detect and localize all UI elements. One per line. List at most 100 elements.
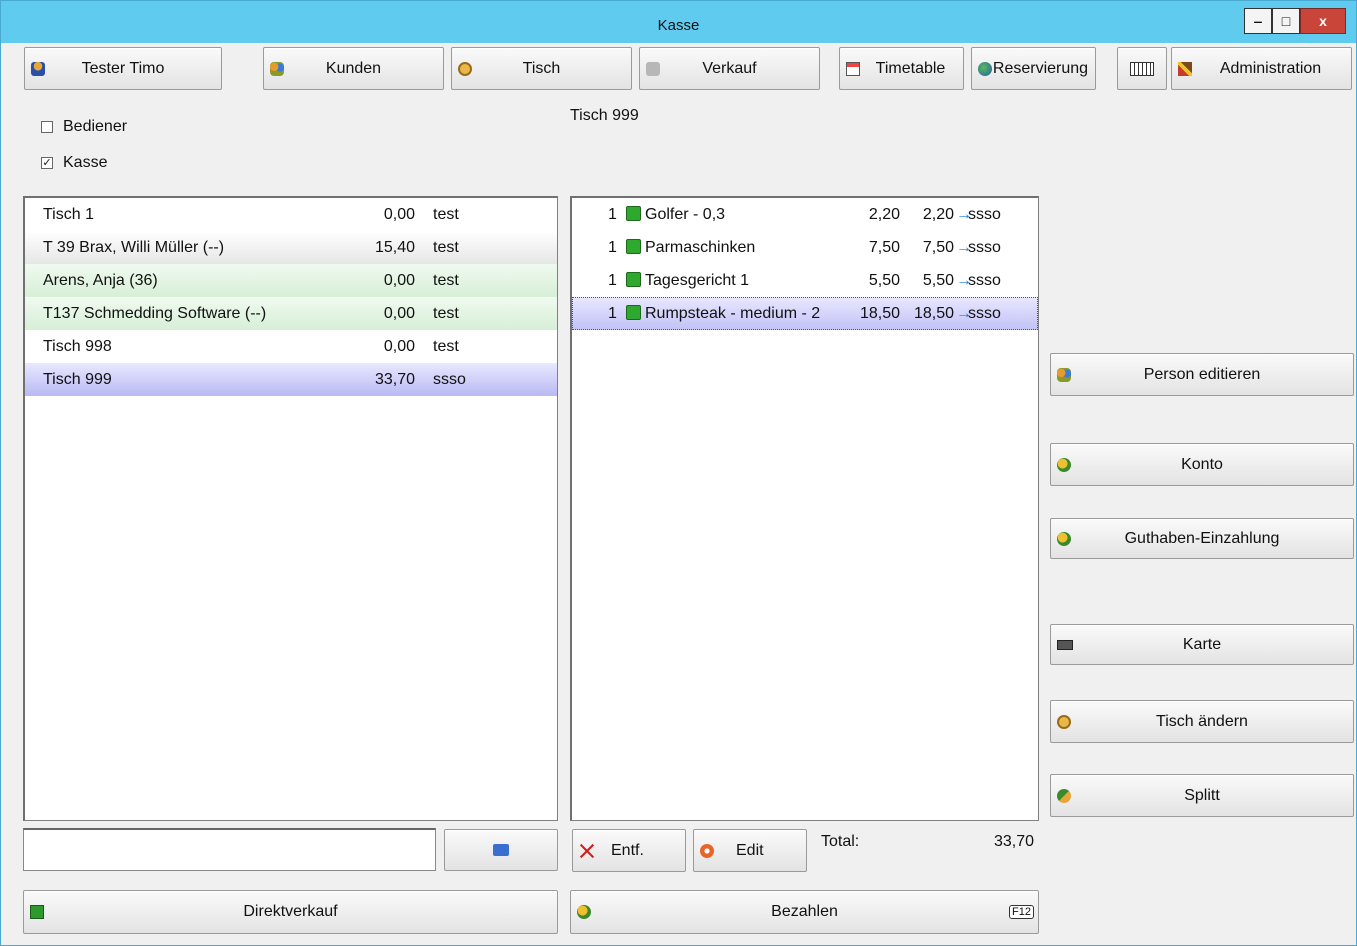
order-item-price: 7,50	[868, 239, 900, 256]
edit-button[interactable]: Edit	[693, 829, 807, 872]
table-amount: 15,40	[374, 239, 415, 256]
timetable-button-label: Timetable	[875, 59, 946, 77]
table-user: test	[433, 206, 459, 223]
table-amount: 0,00	[383, 272, 415, 289]
karte-button[interactable]: Karte	[1050, 624, 1354, 665]
order-item-total: 18,50	[913, 305, 954, 322]
tisch-aendern-button[interactable]: Tisch ändern	[1050, 700, 1354, 743]
status-square-icon	[626, 305, 641, 320]
money-icon	[577, 905, 591, 919]
edit-icon	[700, 843, 714, 858]
total-label: Total:	[821, 833, 860, 850]
calendar-icon	[846, 61, 860, 76]
order-item-user: ssso	[968, 305, 1001, 322]
order-item-name: Rumpsteak - medium - 2	[645, 305, 821, 322]
delete-button[interactable]: Entf.	[572, 829, 686, 872]
table-user: test	[433, 272, 459, 289]
order-item-name: Tagesgericht 1	[645, 272, 750, 289]
guthaben-button[interactable]: Guthaben-Einzahlung	[1050, 518, 1354, 559]
person-edit-button[interactable]: Person editieren	[1050, 353, 1354, 396]
table-amount: 0,00	[383, 338, 415, 355]
tools-icon	[1178, 61, 1192, 76]
order-item-qty: 1	[608, 305, 617, 322]
kasse-checkbox-box[interactable]: ✓	[41, 157, 53, 169]
keyboard-button[interactable]	[1117, 47, 1167, 90]
order-item-name-cell: Tagesgericht 1	[626, 264, 846, 297]
timetable-button[interactable]: Timetable	[839, 47, 964, 90]
konto-button[interactable]: Konto	[1050, 443, 1354, 486]
order-item-price: 5,50	[868, 272, 900, 289]
table-amount: 33,70	[374, 371, 415, 388]
window-title: Kasse	[657, 17, 700, 34]
table-amount: 0,00	[383, 305, 415, 322]
user-button-label: Tester Timo	[81, 59, 165, 77]
direktverkauf-label: Direktverkauf	[243, 903, 338, 920]
order-item-row[interactable]: 1 Tagesgericht 1 5,50 5,50 → ssso	[572, 264, 1038, 297]
order-item-total: 7,50	[922, 239, 954, 256]
order-item-user: ssso	[968, 206, 1001, 223]
maximize-button[interactable]: □	[1272, 8, 1300, 34]
order-item-total: 2,20	[922, 206, 954, 223]
reservierung-button-label: Reservierung	[992, 59, 1089, 77]
table-user: test	[433, 239, 459, 256]
direktverkauf-button[interactable]: Direktverkauf	[23, 890, 558, 934]
table-user: ssso	[433, 371, 466, 388]
table-row[interactable]: Tisch 999 33,70 ssso	[25, 363, 557, 396]
table-amount: 0,00	[383, 206, 415, 223]
close-button[interactable]: x	[1300, 8, 1346, 34]
table-row[interactable]: Tisch 1 0,00 test	[25, 198, 557, 231]
user-button[interactable]: Tester Timo	[24, 47, 222, 90]
order-item-row[interactable]: 1 Parmaschinken 7,50 7,50 → ssso	[572, 231, 1038, 264]
splitt-button[interactable]: Splitt	[1050, 774, 1354, 817]
table-icon	[1057, 714, 1071, 729]
table-name: Tisch 998	[43, 338, 112, 355]
minimize-button[interactable]: ‒	[1244, 8, 1272, 34]
order-item-price: 18,50	[859, 305, 900, 322]
card-icon	[1057, 639, 1073, 650]
table-row[interactable]: Arens, Anja (36) 0,00 test	[25, 264, 557, 297]
order-item-row[interactable]: 1 Golfer - 0,3 2,20 2,20 → ssso	[572, 198, 1038, 231]
table-name: T 39 Brax, Willi Müller (--)	[43, 239, 225, 256]
administration-button[interactable]: Administration	[1171, 47, 1352, 90]
order-item-qty: 1	[608, 239, 617, 256]
table-row[interactable]: T 39 Brax, Willi Müller (--) 15,40 test	[25, 231, 557, 264]
order-item-name-cell: Parmaschinken	[626, 231, 846, 264]
printer-icon	[493, 844, 509, 856]
table-row[interactable]: T137 Schmedding Software (--) 0,00 test	[25, 297, 557, 330]
bediener-checkbox[interactable]: Bediener	[41, 118, 127, 136]
bediener-checkbox-box[interactable]	[41, 121, 53, 133]
kunden-button[interactable]: Kunden	[263, 47, 444, 90]
administration-button-label: Administration	[1219, 59, 1322, 77]
kasse-checkbox[interactable]: ✓ Kasse	[41, 154, 107, 172]
verkauf-button[interactable]: Verkauf	[639, 47, 820, 90]
total-value: 33,70	[994, 833, 1035, 850]
print-button[interactable]	[444, 829, 558, 871]
title-bar: Kasse ‒ □ x	[1, 1, 1356, 43]
table-user: test	[433, 338, 459, 355]
tisch-button[interactable]: Tisch	[451, 47, 632, 90]
splitt-label: Splitt	[1184, 786, 1220, 804]
keyboard-icon	[1130, 61, 1154, 76]
konto-label: Konto	[1181, 455, 1223, 473]
karte-label: Karte	[1182, 635, 1222, 653]
table-icon	[458, 61, 472, 76]
person-icon	[31, 61, 45, 76]
search-input[interactable]	[23, 828, 436, 871]
f12-key-badge: F12	[1009, 905, 1034, 919]
order-item-row[interactable]: 1 Rumpsteak - medium - 2 18,50 18,50 → ssso	[572, 297, 1038, 330]
order-item-list[interactable]: 1 Golfer - 0,3 2,20 2,20 → ssso 1 Parmaschinken…	[570, 196, 1039, 821]
money-icon	[1057, 531, 1071, 546]
bezahlen-button[interactable]: Bezahlen F12	[570, 890, 1039, 934]
delete-icon	[579, 843, 595, 859]
bezahlen-label: Bezahlen	[771, 903, 838, 920]
order-item-name: Golfer - 0,3	[645, 206, 726, 223]
kunden-button-label: Kunden	[325, 59, 382, 77]
window-controls: ‒ □ x	[1244, 8, 1346, 34]
sale-icon	[646, 61, 660, 76]
tisch-button-label: Tisch	[522, 59, 561, 77]
table-list[interactable]: Tisch 1 0,00 test T 39 Brax, Willi Müller (…	[23, 196, 558, 821]
status-square-icon	[626, 206, 641, 221]
table-row[interactable]: Tisch 998 0,00 test	[25, 330, 557, 363]
reservierung-button[interactable]: Reservierung	[971, 47, 1096, 90]
edit-label: Edit	[736, 841, 764, 859]
